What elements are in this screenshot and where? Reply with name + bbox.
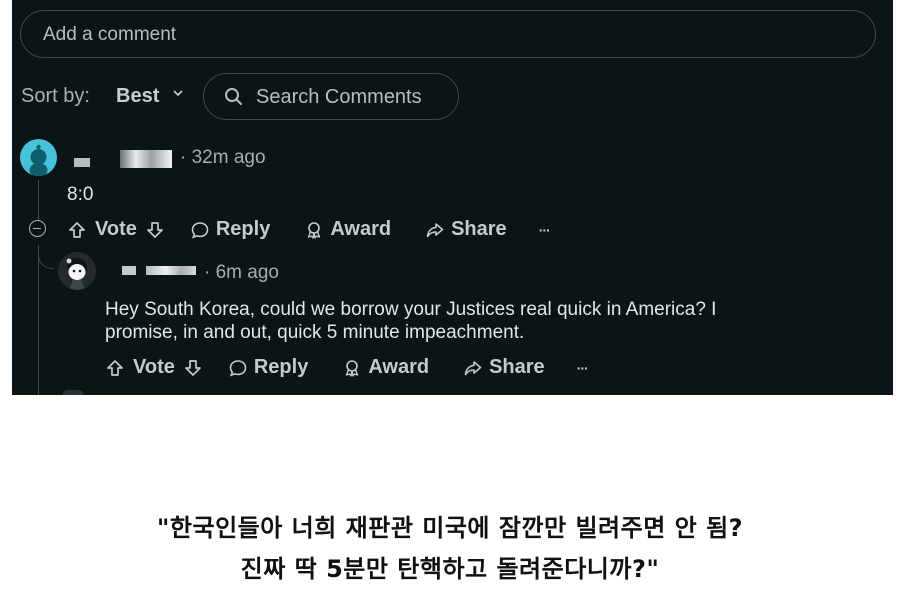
more-options-button[interactable]: ··· [577, 360, 589, 376]
comment-body-line-1: Hey South Korea, could we borrow your Ju… [105, 299, 717, 320]
more-options-button[interactable]: ··· [539, 222, 551, 238]
avatar[interactable] [58, 252, 96, 290]
username-redacted[interactable] [122, 266, 136, 275]
avatar [62, 390, 84, 395]
comment-age: · 32m ago [180, 147, 266, 168]
search-comments-box[interactable] [203, 73, 459, 121]
sort-dropdown[interactable]: Best [116, 85, 159, 108]
award-label: Award [330, 218, 392, 240]
sort-label: Sort by: [21, 85, 90, 107]
downvote-button[interactable] [145, 220, 165, 240]
comment-bubble-icon [191, 221, 209, 239]
username-redacted[interactable] [74, 158, 90, 167]
reply-button[interactable]: Reply [190, 218, 270, 241]
downvote-icon [185, 359, 201, 376]
reddit-comments-screenshot: Sort by: Best · 32m ago 8:0 Vote [12, 0, 893, 395]
share-icon [464, 360, 482, 375]
search-comments-input[interactable] [254, 74, 458, 121]
username-redacted[interactable] [146, 266, 196, 275]
reply-button[interactable]: Reply [228, 356, 308, 379]
thread-line [38, 245, 39, 395]
thread-line [38, 180, 39, 220]
comment-bubble-icon [229, 359, 247, 377]
comment-actions: Vote Reply Award Share ··· [67, 218, 551, 241]
collapse-thread-button[interactable] [29, 220, 46, 237]
chevron-down-icon[interactable] [172, 86, 184, 102]
search-icon [224, 86, 244, 113]
award-label: Award [368, 356, 430, 378]
comment-age: · 6m ago [204, 262, 279, 283]
comment-body: 8:0 [67, 184, 94, 205]
comment-actions: Vote Reply Award Share ··· [105, 356, 589, 379]
caption-line-2: 진짜 딱 5분만 탄핵하고 돌려준다니까?" [240, 555, 660, 583]
share-label: Share [451, 218, 507, 240]
vote-label: Vote [133, 356, 175, 378]
caption-line-1: "한국인들아 너희 재판관 미국에 잠깐만 빌려주면 안 됨? [156, 514, 744, 542]
reply-label: Reply [253, 356, 309, 378]
comment-body-line-2: promise, in and out, quick 5 minute impe… [105, 322, 525, 343]
downvote-button[interactable] [183, 358, 203, 378]
award-button[interactable]: Award [304, 218, 391, 241]
upvote-button[interactable] [105, 358, 125, 378]
upvote-icon [107, 359, 123, 376]
thread-line [38, 245, 54, 269]
upvote-icon [69, 221, 85, 238]
avatar[interactable] [20, 139, 57, 176]
add-comment-box[interactable] [20, 10, 876, 59]
downvote-icon [147, 221, 163, 238]
share-button[interactable]: Share [463, 356, 545, 379]
share-label: Share [489, 356, 545, 378]
share-icon [426, 222, 444, 237]
award-button[interactable]: Award [342, 356, 429, 379]
reply-label: Reply [215, 218, 271, 240]
vote-label: Vote [95, 218, 137, 240]
add-comment-input[interactable] [41, 11, 845, 59]
upvote-button[interactable] [67, 220, 87, 240]
username-redacted[interactable] [120, 150, 172, 168]
award-icon [346, 359, 359, 377]
share-button[interactable]: Share [425, 218, 507, 241]
award-icon [308, 221, 321, 239]
